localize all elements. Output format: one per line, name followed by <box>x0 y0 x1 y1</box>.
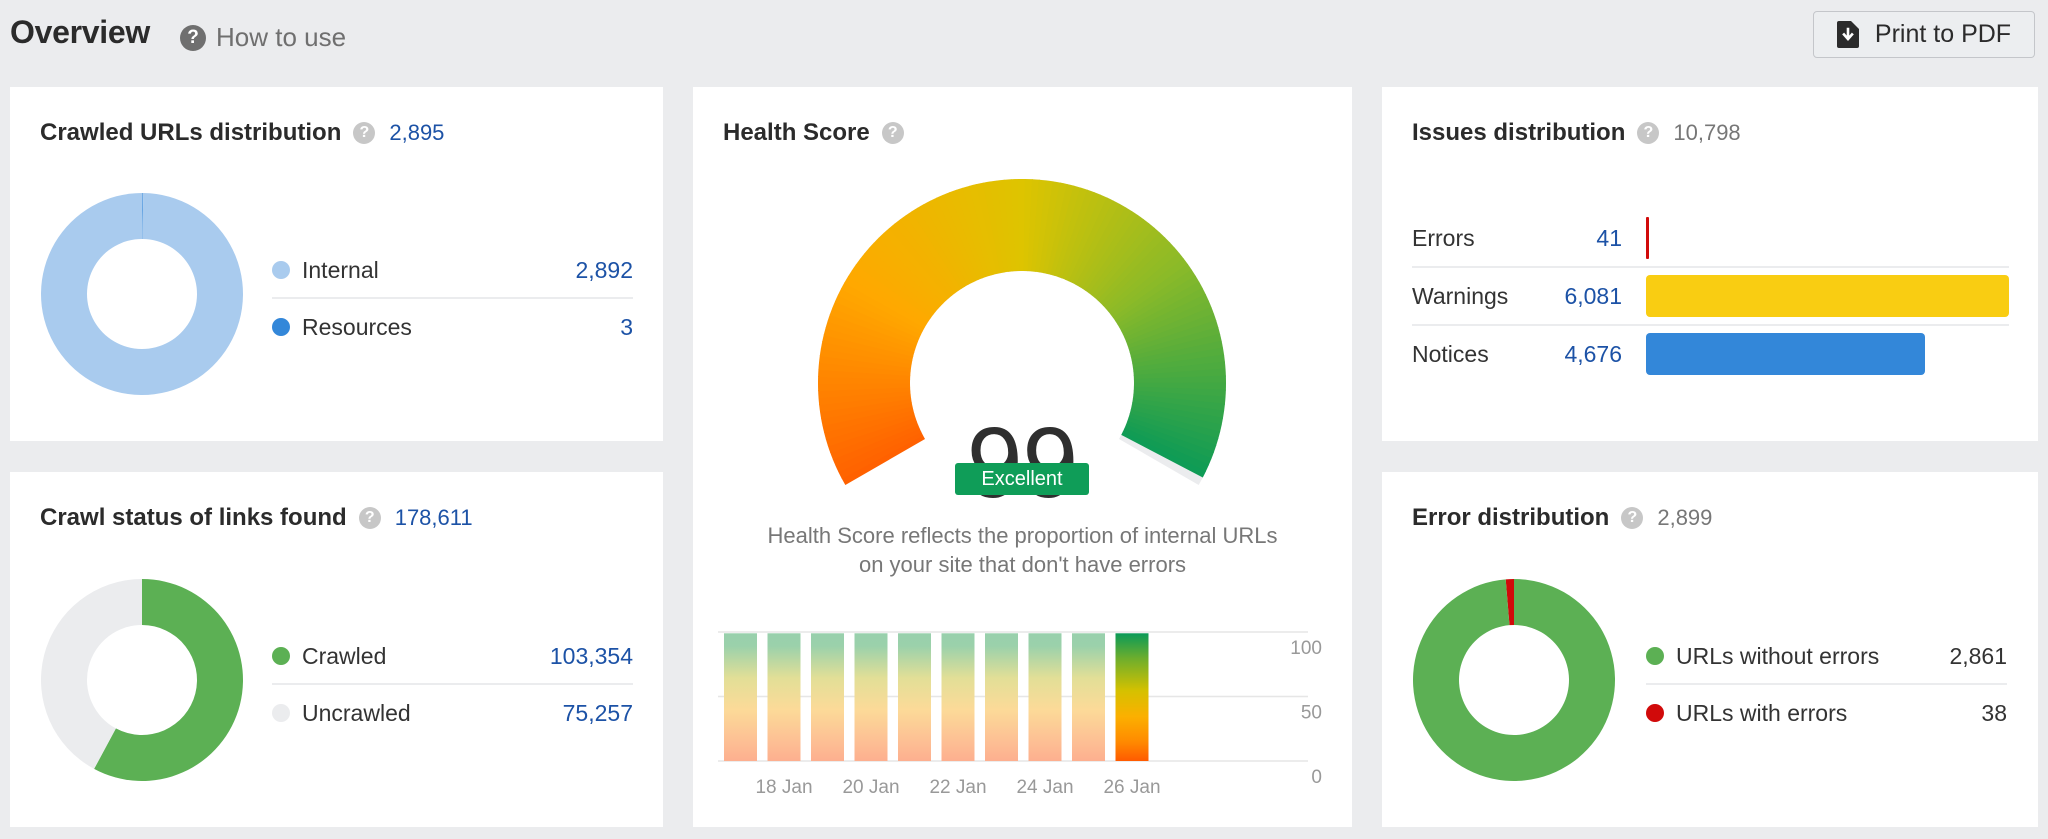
legend-item-urls-without-errors[interactable]: URLs without errors 2,861 <box>1646 634 2007 678</box>
legend-label: Crawled <box>302 642 387 669</box>
legend-value: 38 <box>1981 699 2007 726</box>
help-icon[interactable]: ? <box>353 122 376 144</box>
history-bar-18-jan[interactable] <box>767 633 801 761</box>
legend-dot <box>1646 704 1664 722</box>
bar-track <box>1646 333 2009 375</box>
x-tick-label: 26 Jan <box>1103 777 1160 798</box>
divider <box>272 683 633 685</box>
y-tick-label: 100 <box>1290 638 1322 659</box>
donut-slice-internal[interactable] <box>41 193 244 395</box>
history-bar-20-jan[interactable] <box>854 633 888 761</box>
row-label: Notices <box>1412 340 1489 367</box>
print-to-pdf-label: Print to PDF <box>1874 20 2012 48</box>
legend-value: 2,861 <box>1949 642 2007 669</box>
row-label: Errors <box>1412 224 1475 251</box>
help-icon[interactable]: ? <box>1621 507 1644 529</box>
total-count-link[interactable]: 178,611 <box>395 505 473 531</box>
legend-label: URLs without errors <box>1676 642 1880 669</box>
legend-dot <box>272 261 290 279</box>
card-header: Issues distribution ? 10,798 <box>1412 119 1741 147</box>
legend-item-resources[interactable]: Resources 3 <box>272 305 633 349</box>
history-bar-25-jan[interactable] <box>1072 633 1105 761</box>
divider <box>1646 683 2007 685</box>
history-bar-19-jan[interactable] <box>811 633 844 761</box>
notices-bar[interactable] <box>1646 333 1926 375</box>
bar-track <box>1646 217 2009 259</box>
issues-row-warnings[interactable]: Warnings 6,081 <box>1412 268 2009 324</box>
legend-label: Uncrawled <box>302 699 411 726</box>
card-title: Error distribution <box>1412 504 1610 531</box>
how-to-use-link[interactable]: ? How to use <box>180 22 346 53</box>
card-title: Issues distribution <box>1412 119 1626 146</box>
legend-label: Internal <box>302 256 379 283</box>
crawl-status-donut-chart <box>41 579 244 781</box>
card-header: Error distribution ? 2,899 <box>1412 504 1712 532</box>
health-score-card: Health Score ? 99 Excellent Health Score… <box>693 87 1352 827</box>
row-label: Warnings <box>1412 282 1509 309</box>
y-tick-label: 50 <box>1301 703 1322 724</box>
legend-value[interactable]: 75,257 <box>563 700 633 727</box>
error-distribution-card: Error distribution ? 2,899 URLs without … <box>1382 472 2038 827</box>
help-icon[interactable]: ? <box>358 507 381 529</box>
warnings-bar[interactable] <box>1646 275 2009 317</box>
total-count: 2,899 <box>1657 505 1713 530</box>
errors-bar[interactable] <box>1646 217 1649 259</box>
card-header: Crawled URLs distribution ? 2,895 <box>40 119 444 147</box>
issues-row-notices[interactable]: Notices 4,676 <box>1412 326 2009 382</box>
legend-dot <box>272 704 290 722</box>
history-bar-17-jan[interactable] <box>724 633 757 761</box>
history-bar-23-jan[interactable] <box>985 633 1018 761</box>
row-value[interactable]: 41 <box>1532 225 1622 252</box>
legend-value[interactable]: 2,892 <box>575 257 633 284</box>
crawled-urls-donut-chart <box>41 193 244 395</box>
card-header: Crawl status of links found ? 178,611 <box>40 504 473 532</box>
how-to-use-label: How to use <box>216 22 347 52</box>
legend-item-urls-with-errors[interactable]: URLs with errors 38 <box>1646 691 2007 735</box>
divider <box>272 297 633 299</box>
crawl-status-card: Crawl status of links found ? 178,611 Cr… <box>10 472 663 827</box>
download-document-icon <box>1836 21 1859 48</box>
x-tick-label: 22 Jan <box>929 777 986 798</box>
legend-label: Resources <box>302 313 412 340</box>
history-bar-26-jan[interactable] <box>1115 633 1149 761</box>
issues-distribution-card: Issues distribution ? 10,798 Errors 41 W… <box>1382 87 2038 441</box>
total-count: 10,798 <box>1673 120 1741 145</box>
issues-row-errors[interactable]: Errors 41 <box>1412 210 2009 266</box>
x-tick-label: 24 Jan <box>1016 777 1073 798</box>
row-value[interactable]: 4,676 <box>1532 341 1622 368</box>
legend-dot <box>272 647 290 665</box>
legend-dot <box>1646 647 1664 665</box>
legend-label: URLs with errors <box>1676 699 1848 726</box>
history-bar-21-jan[interactable] <box>898 633 931 761</box>
bar-track <box>1646 275 2009 317</box>
donut-slice-urls-without-errors[interactable] <box>1413 579 1615 781</box>
legend-value[interactable]: 103,354 <box>550 643 633 670</box>
history-bar-22-jan[interactable] <box>941 633 975 761</box>
row-value[interactable]: 6,081 <box>1532 283 1622 310</box>
legend-value[interactable]: 3 <box>620 314 633 341</box>
help-icon[interactable]: ? <box>1637 122 1660 144</box>
print-to-pdf-button[interactable]: Print to PDF <box>1813 11 2035 58</box>
x-tick-label: 18 Jan <box>755 777 812 798</box>
error-distribution-donut-chart <box>1413 579 1615 781</box>
crawled-urls-card: Crawled URLs distribution ? 2,895 Intern… <box>10 87 663 441</box>
card-title: Crawl status of links found <box>40 504 347 531</box>
page-title: Overview <box>10 14 150 50</box>
history-bar-24-jan[interactable] <box>1028 633 1062 761</box>
help-icon: ? <box>180 24 206 51</box>
y-tick-label: 0 <box>1311 767 1322 788</box>
x-tick-label: 20 Jan <box>842 777 899 798</box>
legend-item-uncrawled[interactable]: Uncrawled 75,257 <box>272 691 633 735</box>
total-count-link[interactable]: 2,895 <box>389 120 444 146</box>
legend-dot <box>272 318 290 336</box>
health-score-history-chart: 18 Jan 20 Jan 22 Jan 24 Jan 26 Jan 100 50 0 <box>718 631 1322 798</box>
card-title: Crawled URLs distribution <box>40 119 342 146</box>
legend-item-internal[interactable]: Internal 2,892 <box>272 248 633 292</box>
legend-item-crawled[interactable]: Crawled 103,354 <box>272 634 633 678</box>
